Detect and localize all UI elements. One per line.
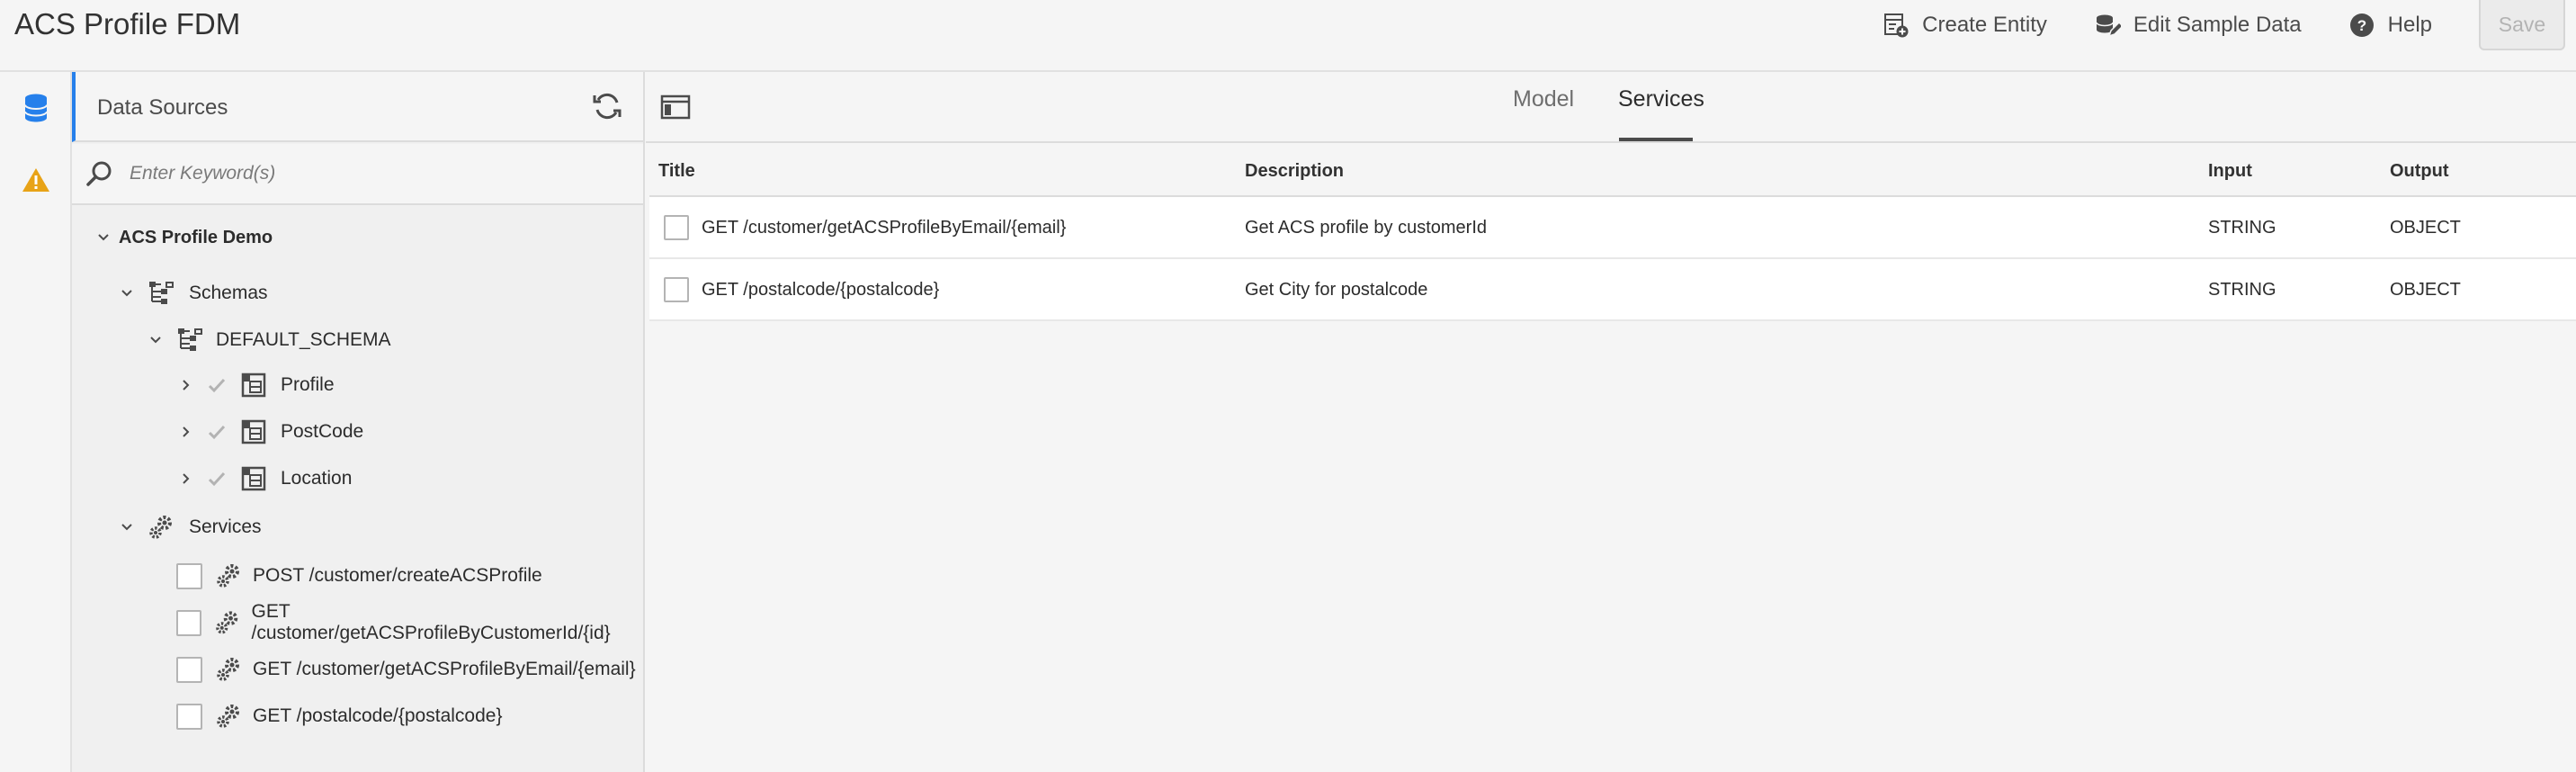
row-checkbox[interactable] [664, 277, 689, 302]
top-bar: ACS Profile FDM Create Entity Edit Sampl… [0, 0, 2576, 72]
tree-node-service[interactable]: POST /customer/createACSProfile [176, 558, 542, 594]
create-entity-label: Create Entity [1922, 13, 2047, 37]
tree-root-label: ACS Profile Demo [119, 227, 273, 247]
tree-node-service[interactable]: GET /postalcode/{postalcode} [176, 698, 502, 734]
row-description: Get ACS profile by customerId [1245, 218, 1488, 238]
entity-label: Location [281, 468, 353, 489]
data-sources-panel: Data Sources ACS Profile Demo Schemas [72, 72, 645, 772]
service-label: GET /customer/getACSProfileByCustomerId/… [251, 601, 611, 643]
data-sources-title: Data Sources [97, 95, 228, 120]
row-input: STRING [2208, 218, 2276, 238]
service-label: GET /customer/getACSProfileByEmail/{emai… [253, 659, 636, 679]
entity-icon [241, 466, 266, 491]
chevron-down-icon[interactable] [119, 285, 135, 301]
column-header-output[interactable]: Output [2390, 161, 2449, 182]
gears-icon [217, 564, 239, 588]
table-header: Title Description Input Output [649, 145, 2576, 197]
tree-node-default-schema[interactable]: DEFAULT_SCHEMA [148, 322, 391, 358]
entity-icon [241, 373, 266, 398]
gears-icon [217, 705, 239, 728]
schemas-label: Schemas [189, 283, 268, 303]
top-actions: Create Entity Edit Sample Data ? Help Sa… [1883, 0, 2576, 50]
service-checkbox[interactable] [176, 609, 202, 636]
tab-model[interactable]: Model [1513, 86, 1574, 112]
entity-label: PostCode [281, 421, 364, 442]
service-checkbox[interactable] [176, 656, 202, 683]
tree-node-services[interactable]: Services [119, 509, 262, 545]
row-output: OBJECT [2390, 218, 2461, 238]
gears-icon [217, 658, 239, 681]
app-title: ACS Profile FDM [14, 7, 241, 40]
svg-text:?: ? [2357, 17, 2366, 34]
chevron-down-icon[interactable] [148, 332, 164, 348]
database-icon [24, 94, 48, 122]
data-sources-header: Data Sources [72, 72, 643, 142]
tab-services[interactable]: Services [1618, 86, 1704, 112]
rail-alerts[interactable] [0, 144, 72, 216]
checkmark-icon [205, 373, 228, 397]
entity-icon [241, 419, 266, 444]
tree-node-entity[interactable]: Location [178, 461, 352, 497]
gears-icon [149, 516, 172, 539]
service-label: GET /postalcode/{postalcode} [253, 705, 503, 726]
active-tab-indicator [1619, 138, 1693, 141]
chevron-right-icon[interactable] [178, 471, 194, 487]
checkmark-icon [205, 467, 228, 490]
edit-sample-data-button[interactable]: Edit Sample Data [2094, 12, 2302, 39]
tree-node-entity[interactable]: PostCode [178, 414, 363, 450]
service-label: POST /customer/createACSProfile [253, 565, 542, 586]
row-title: GET /customer/getACSProfileByEmail/{emai… [702, 218, 1067, 238]
edit-sample-data-label: Edit Sample Data [2133, 13, 2302, 37]
tree-node-schemas[interactable]: Schemas [119, 275, 268, 311]
left-rail [0, 72, 72, 772]
alert-icon [22, 168, 49, 192]
column-header-title[interactable]: Title [658, 161, 695, 182]
service-checkbox[interactable] [176, 703, 202, 730]
row-description: Get City for postalcode [1245, 280, 1428, 300]
row-title: GET /postalcode/{postalcode} [702, 280, 940, 300]
services-label: Services [189, 516, 262, 537]
column-header-description[interactable]: Description [1245, 161, 1344, 182]
table-row[interactable]: GET /customer/getACSProfileByEmail/{emai… [649, 197, 2576, 259]
row-checkbox[interactable] [664, 215, 689, 240]
rail-data-sources[interactable] [0, 72, 72, 144]
search-input[interactable] [130, 153, 615, 194]
main-area: Model Services Title Description Input O… [646, 72, 2576, 772]
table-row[interactable]: GET /postalcode/{postalcode} Get City fo… [649, 259, 2576, 321]
help-button[interactable]: ? Help [2348, 12, 2432, 39]
refresh-icon[interactable] [591, 90, 623, 122]
create-entity-icon [1884, 13, 1909, 38]
create-entity-button[interactable]: Create Entity [1883, 12, 2047, 39]
chevron-right-icon[interactable] [178, 424, 194, 440]
edit-data-icon [2096, 14, 2121, 38]
chevron-right-icon[interactable] [178, 377, 194, 393]
gears-icon [216, 611, 238, 634]
row-input: STRING [2208, 280, 2276, 300]
services-table: Title Description Input Output GET /cust… [649, 145, 2576, 321]
chevron-down-icon[interactable] [119, 519, 135, 535]
tree-node-service[interactable]: GET /customer/getACSProfileByCustomerId/… [176, 601, 643, 643]
entity-label: Profile [281, 374, 335, 395]
column-header-input[interactable]: Input [2208, 161, 2252, 182]
help-label: Help [2387, 13, 2432, 37]
chevron-down-icon[interactable] [95, 229, 112, 246]
tabs-bar: Model Services [646, 72, 2576, 143]
default-schema-label: DEFAULT_SCHEMA [216, 329, 391, 350]
row-output: OBJECT [2390, 280, 2461, 300]
schema-icon [178, 328, 202, 351]
tree-node-entity[interactable]: Profile [178, 367, 335, 403]
checkmark-icon [205, 420, 228, 444]
service-checkbox[interactable] [176, 562, 202, 589]
tree-node-root[interactable]: ACS Profile Demo [95, 220, 273, 256]
save-button[interactable]: Save [2479, 0, 2565, 50]
tree-node-service[interactable]: GET /customer/getACSProfileByEmail/{emai… [176, 651, 636, 687]
search-icon [86, 161, 112, 186]
help-icon: ? [2349, 13, 2374, 37]
search-bar [72, 144, 643, 205]
panel-toggle-icon[interactable] [660, 94, 691, 121]
schema-icon [149, 282, 174, 304]
